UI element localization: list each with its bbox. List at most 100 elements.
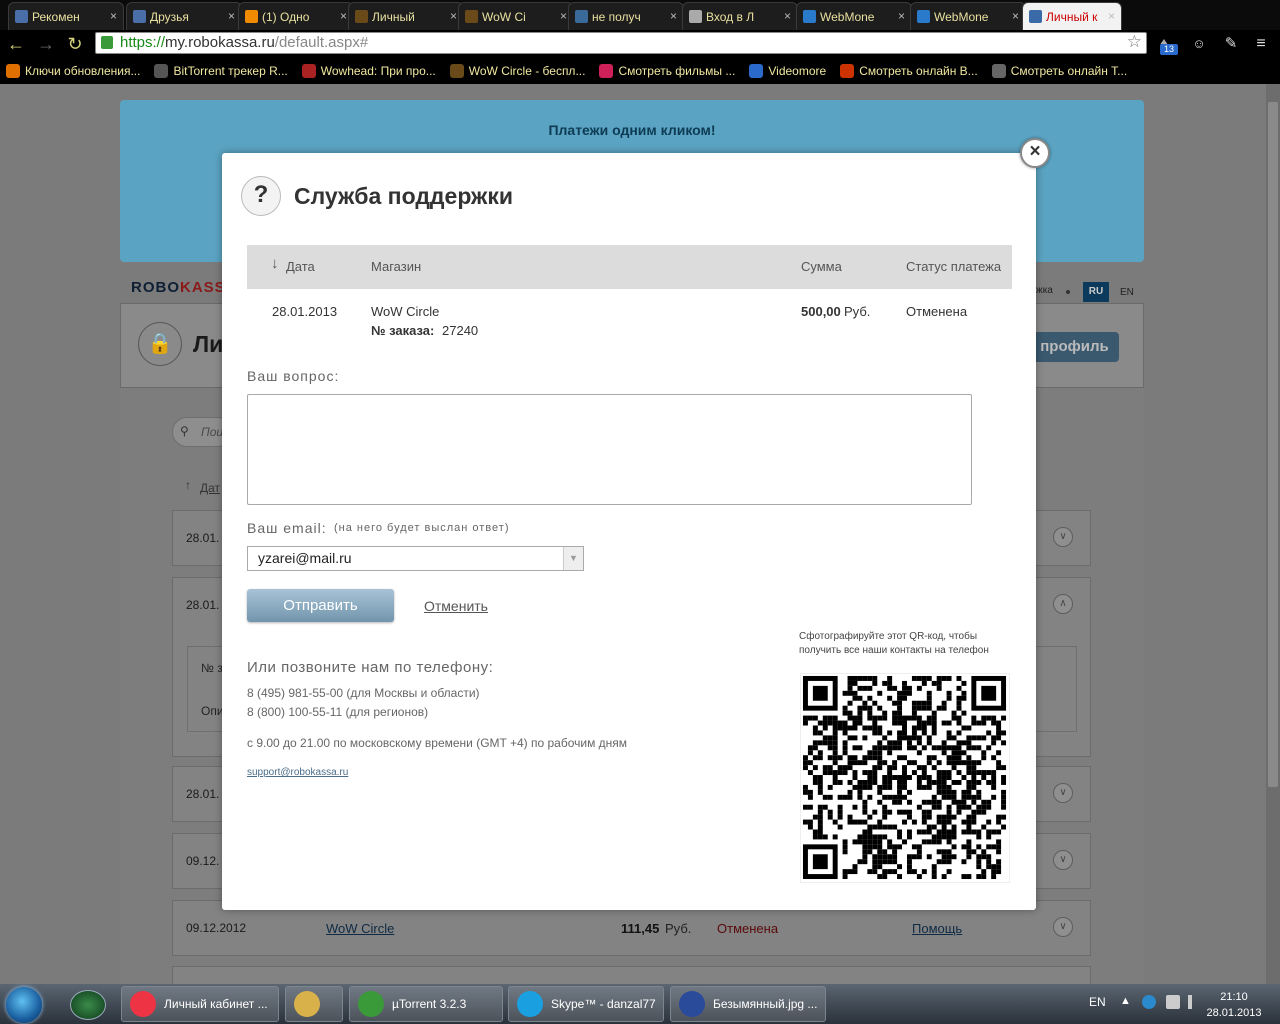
bookmark-item[interactable]: Смотреть фильмы ... (599, 63, 735, 78)
tab-close-icon[interactable]: × (450, 9, 457, 23)
cancel-link[interactable]: Отменить (424, 598, 488, 614)
qr-module (921, 814, 927, 820)
col-date[interactable]: Дата (286, 259, 315, 274)
qr-module (946, 839, 952, 845)
media-player-icon[interactable] (70, 990, 106, 1020)
tab-close-icon[interactable]: × (560, 9, 567, 23)
qr-module (892, 859, 898, 865)
close-icon[interactable]: × (1020, 138, 1050, 168)
qr-module (827, 735, 833, 741)
tab-close-icon[interactable]: × (1012, 9, 1019, 23)
qr-module (807, 819, 813, 825)
bookmark-item[interactable]: Videomore (749, 63, 826, 78)
qr-module (902, 690, 907, 696)
menu-icon[interactable]: ≡ (1250, 33, 1272, 55)
qr-module (936, 849, 942, 855)
qr-module (857, 794, 863, 800)
browser-tab[interactable]: Вход в Л × (682, 2, 798, 30)
system-clock[interactable]: 21:10 28.01.2013 (1198, 989, 1270, 1021)
dropdown-arrow-icon[interactable]: ▼ (563, 547, 583, 570)
sort-down-icon[interactable]: ↓ (271, 255, 279, 272)
qr-module (822, 715, 828, 721)
qr-module (897, 755, 903, 761)
tab-close-icon[interactable]: × (340, 9, 347, 23)
network-icon[interactable] (1166, 995, 1180, 1009)
taskbar-button[interactable]: µTorrent 3.2.3 (349, 986, 503, 1022)
send-button[interactable]: Отправить (247, 589, 394, 622)
qr-module (812, 814, 818, 820)
tab-close-icon[interactable]: × (1108, 9, 1115, 23)
qr-module (862, 859, 868, 865)
bookmark-item[interactable]: Wowhead: При про... (301, 63, 436, 78)
qr-module (981, 799, 987, 805)
edit-profile-button[interactable]: профиль (1030, 332, 1119, 362)
taskbar-button[interactable]: Безымянный.jpg ... (670, 986, 826, 1022)
order-number: 27240 (442, 323, 479, 338)
browser-tab[interactable]: Личный × (348, 2, 464, 30)
qr-module (916, 700, 922, 706)
bookmark-item[interactable]: WoW Circle - беспл... (449, 63, 585, 78)
face-extension-icon[interactable]: ☺ (1188, 33, 1210, 55)
qr-module (976, 874, 982, 880)
page-scrollbar[interactable] (1266, 84, 1280, 984)
scrollbar-thumb[interactable] (1268, 102, 1278, 787)
tab-close-icon[interactable]: × (784, 9, 791, 23)
bookmark-item[interactable]: BitTorrent трекер R... (154, 63, 288, 78)
tab-close-icon[interactable]: × (670, 9, 677, 23)
chevron-down-icon[interactable]: ∨ (1053, 917, 1073, 937)
windows-start-icon[interactable] (6, 987, 42, 1023)
qr-module (916, 725, 922, 731)
qr-module (862, 844, 868, 850)
help-link[interactable]: Помощь (912, 921, 962, 936)
qr-module (897, 784, 903, 790)
browser-tab[interactable]: WebMone × (910, 2, 1026, 30)
sort-arrow-icon[interactable]: ↑ (185, 478, 191, 492)
support-link[interactable]: жка (1036, 285, 1053, 296)
email-field[interactable]: yzarei@mail.ru ▼ (247, 546, 584, 571)
qr-module (921, 720, 927, 726)
taskbar-button[interactable] (285, 986, 343, 1022)
back-icon[interactable]: ← (5, 33, 27, 55)
taskbar-button[interactable]: Личный кабинет ... (121, 986, 279, 1022)
pen-extension-icon[interactable]: ✎ (1220, 33, 1242, 55)
date-sort-link[interactable]: Дат (200, 481, 220, 495)
bookmark-item[interactable]: Ключи обновления... (6, 63, 140, 78)
vk-icon (15, 10, 28, 23)
tab-close-icon[interactable]: × (228, 9, 235, 23)
chevron-down-icon[interactable]: ∨ (1053, 527, 1073, 547)
qr-module (867, 844, 873, 850)
reload-icon[interactable]: ↻ (64, 33, 86, 55)
browser-tab[interactable]: Рекомен × (8, 2, 124, 30)
qr-module (877, 765, 883, 771)
volume-icon[interactable] (1188, 995, 1192, 1009)
browser-tab[interactable]: (1) Одно × (238, 2, 354, 30)
browser-tab[interactable]: WoW Ci × (458, 2, 574, 30)
support-email-link[interactable]: support@robokassa.ru (247, 767, 348, 778)
forward-icon[interactable]: → (35, 33, 57, 55)
browser-tab[interactable]: Друзья × (126, 2, 242, 30)
question-textarea[interactable] (247, 394, 972, 505)
language-indicator[interactable]: EN (1089, 995, 1106, 1009)
qr-module (887, 750, 893, 756)
chevron-up-icon[interactable]: ∧ (1053, 594, 1073, 614)
browser-tab[interactable]: WebMone × (796, 2, 912, 30)
bookmark-star-icon[interactable]: ☆ (1127, 32, 1142, 52)
lang-en-button[interactable]: EN (1120, 287, 1134, 298)
chevron-down-icon[interactable]: ∨ (1053, 783, 1073, 803)
browser-tab[interactable]: Личный к × (1022, 2, 1122, 30)
qr-module (996, 859, 1002, 865)
chevron-down-icon[interactable]: ∨ (1053, 850, 1073, 870)
tray-expand-icon[interactable]: ▲ (1120, 995, 1131, 1007)
browser-tab[interactable]: не получ × (568, 2, 684, 30)
bookmark-item[interactable]: Смотреть онлайн Т... (991, 63, 1127, 78)
qr-module (892, 824, 898, 830)
qr-module (897, 695, 903, 701)
row-shop-link[interactable]: WoW Circle (326, 921, 394, 936)
tab-close-icon[interactable]: × (898, 9, 905, 23)
tab-close-icon[interactable]: × (110, 9, 117, 23)
address-bar[interactable]: https://my.robokassa.ru/default.aspx# ☆ (95, 32, 1147, 54)
tray-app-icon[interactable] (1142, 995, 1156, 1009)
taskbar-button[interactable]: Skype™ - danzal77 (508, 986, 664, 1022)
bookmark-item[interactable]: Смотреть онлайн В... (840, 63, 978, 78)
lang-ru-button[interactable]: RU (1083, 282, 1109, 302)
